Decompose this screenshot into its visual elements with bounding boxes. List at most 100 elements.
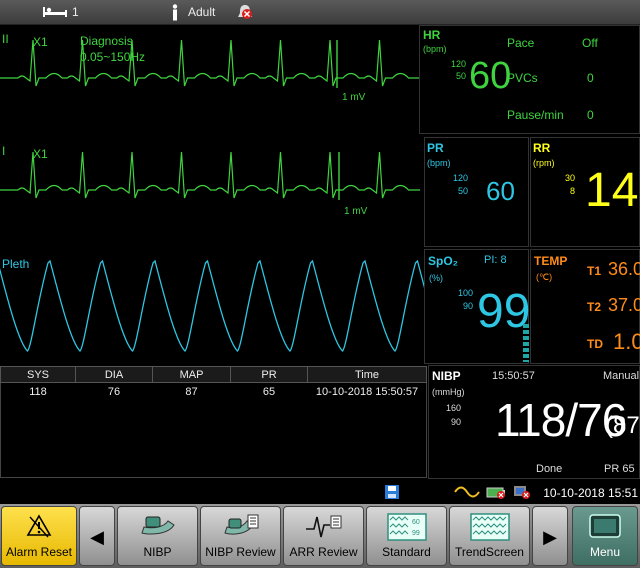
storage-disk-icon [385, 485, 399, 499]
spo2-alarm-low: 90 [462, 301, 473, 311]
pleth-strength-bar [523, 324, 529, 362]
table-cell: 118 [29, 385, 47, 398]
arr-review-label: ARR Review [289, 545, 358, 559]
pr-alarm-low: 50 [457, 186, 468, 196]
trend-screen-button[interactable]: TrendScreen [449, 506, 530, 566]
pvcs-label: PVCs [507, 71, 538, 85]
top-status-bar: 1 Adult [0, 0, 640, 25]
standard-label: Standard [382, 545, 431, 559]
patient-type[interactable]: Adult [188, 5, 215, 19]
ac-power-icon [454, 486, 480, 498]
svg-text:60: 60 [412, 519, 420, 526]
spo2-unit: (%) [429, 273, 443, 283]
trend-screen-label: TrendScreen [455, 545, 524, 559]
t2-value: 37.0 [608, 295, 640, 315]
pvcs-value: 0 [587, 71, 594, 85]
pace-label: Pace [507, 36, 535, 50]
hr-value: 60 [469, 55, 512, 97]
menu-label: Menu [589, 545, 621, 559]
td-value: 1.0 [613, 329, 640, 354]
alarm-reset-button[interactable]: Alarm Reset [1, 506, 77, 566]
perfusion-index: PI: 8 [484, 254, 507, 266]
pr-label: PR [427, 141, 444, 155]
network-icon [514, 486, 530, 499]
table-cell: 65 [262, 385, 276, 398]
table-cell: 87 [185, 385, 198, 398]
table-header-row: SYS DIA MAP PR Time [0, 366, 427, 383]
scroll-right-button[interactable]: ▶ [532, 506, 568, 566]
ecg-ii-scale: 1 mV [342, 92, 366, 103]
hr-alarm-low: 50 [455, 71, 466, 81]
table-cell: 10-10-2018 15:50:57 [315, 385, 419, 398]
rr-value: 14 [585, 164, 639, 217]
hr-label: HR [423, 28, 441, 42]
nibp-pr: PR 65 [604, 463, 635, 475]
standard-screen-button[interactable]: 60 99 Standard [366, 506, 447, 566]
svg-text:99: 99 [412, 530, 420, 537]
left-arrow-icon: ◀ [90, 527, 104, 547]
nibp-cuff-icon [140, 516, 175, 535]
menu-monitor-icon [589, 514, 621, 538]
standard-screen-icon: 60 99 [386, 513, 427, 541]
t2-label: T2 [587, 300, 602, 314]
table-row[interactable]: 118 76 87 65 10-10-2018 15:50:57 [1, 383, 427, 401]
scroll-left-button[interactable]: ◀ [79, 506, 115, 566]
rr-unit: (rpm) [533, 158, 555, 168]
adult-person-icon [172, 4, 178, 21]
alarm-off-icon[interactable] [236, 4, 254, 21]
pace-value: Off [582, 36, 598, 50]
t1-value: 36.0 [608, 259, 640, 279]
rr-panel[interactable]: RR (rpm) 30 8 14 [530, 137, 640, 247]
nibp-panel[interactable]: NIBP (mmHg) 15:50:57 Manual 160 90 118/7… [428, 365, 640, 479]
spo2-label: SpO₂ [428, 254, 458, 268]
nibp-review-label: NIBP Review [205, 545, 276, 559]
temp-label: TEMP [534, 254, 568, 268]
rr-label: RR [533, 141, 551, 155]
menu-button[interactable]: Menu [572, 506, 638, 566]
column-header: DIA [75, 366, 153, 383]
column-header: MAP [152, 366, 231, 383]
trend-screen-icon [469, 513, 510, 541]
nibp-button[interactable]: NIBP [117, 506, 198, 566]
alarm-reset-label: Alarm Reset [5, 545, 73, 559]
pr-unit: (bpm) [427, 158, 451, 168]
pause-value: 0 [587, 108, 594, 122]
pr-panel[interactable]: PR (bpm) 120 50 60 [424, 137, 529, 247]
rr-alarm-low: 8 [569, 186, 575, 196]
battery-icon [486, 487, 505, 499]
nibp-unit: (mmHg) [432, 387, 465, 397]
pr-alarm-high: 120 [452, 173, 468, 183]
spo2-panel[interactable]: SpO₂ (%) PI: 8 100 90 99 [424, 249, 530, 364]
td-label: TD [587, 337, 603, 351]
nibp-map-value: (87) [605, 412, 640, 439]
nibp-label: NIBP [143, 545, 172, 559]
bed-number: 1 [72, 5, 79, 19]
nibp-review-icon [223, 514, 258, 535]
system-datetime: 10-10-2018 15:51 [543, 486, 638, 500]
nibp-label: NIBP [432, 369, 461, 383]
pleth-waveform [0, 259, 424, 352]
t1-label: T1 [587, 264, 602, 278]
spo2-alarm-high: 100 [457, 288, 473, 298]
ecg-i-scale: 1 mV [344, 206, 368, 217]
hr-alarm-high: 120 [450, 59, 466, 69]
bed-icon [43, 7, 67, 17]
column-header: SYS [0, 366, 76, 383]
arr-review-icon [305, 515, 341, 538]
column-header: PR [230, 366, 308, 383]
nibp-list-table[interactable]: SYS DIA MAP PR Time 118 76 87 65 10-10-2… [0, 366, 427, 401]
nibp-review-button[interactable]: NIBP Review [200, 506, 281, 566]
nibp-alarm-low: 90 [450, 417, 461, 427]
table-cell: 76 [107, 385, 121, 398]
temp-unit: (℃) [536, 272, 553, 282]
nibp-alarm-high: 160 [445, 403, 461, 413]
hr-panel[interactable]: HR (bpm) 120 50 60 Pace Off PVCs 0 Pause… [419, 25, 640, 134]
pr-value: 60 [486, 176, 515, 206]
nibp-mode: Manual [603, 370, 640, 382]
temp-panel[interactable]: TEMP (℃) T1 36.0 T2 37.0 TD 1.0 [530, 249, 640, 364]
nibp-measure-time: 15:50:57 [492, 370, 535, 382]
arr-review-button[interactable]: ARR Review [283, 506, 364, 566]
right-arrow-icon: ▶ [543, 527, 557, 547]
nibp-status: Done [536, 463, 563, 475]
column-header: Time [307, 366, 427, 383]
